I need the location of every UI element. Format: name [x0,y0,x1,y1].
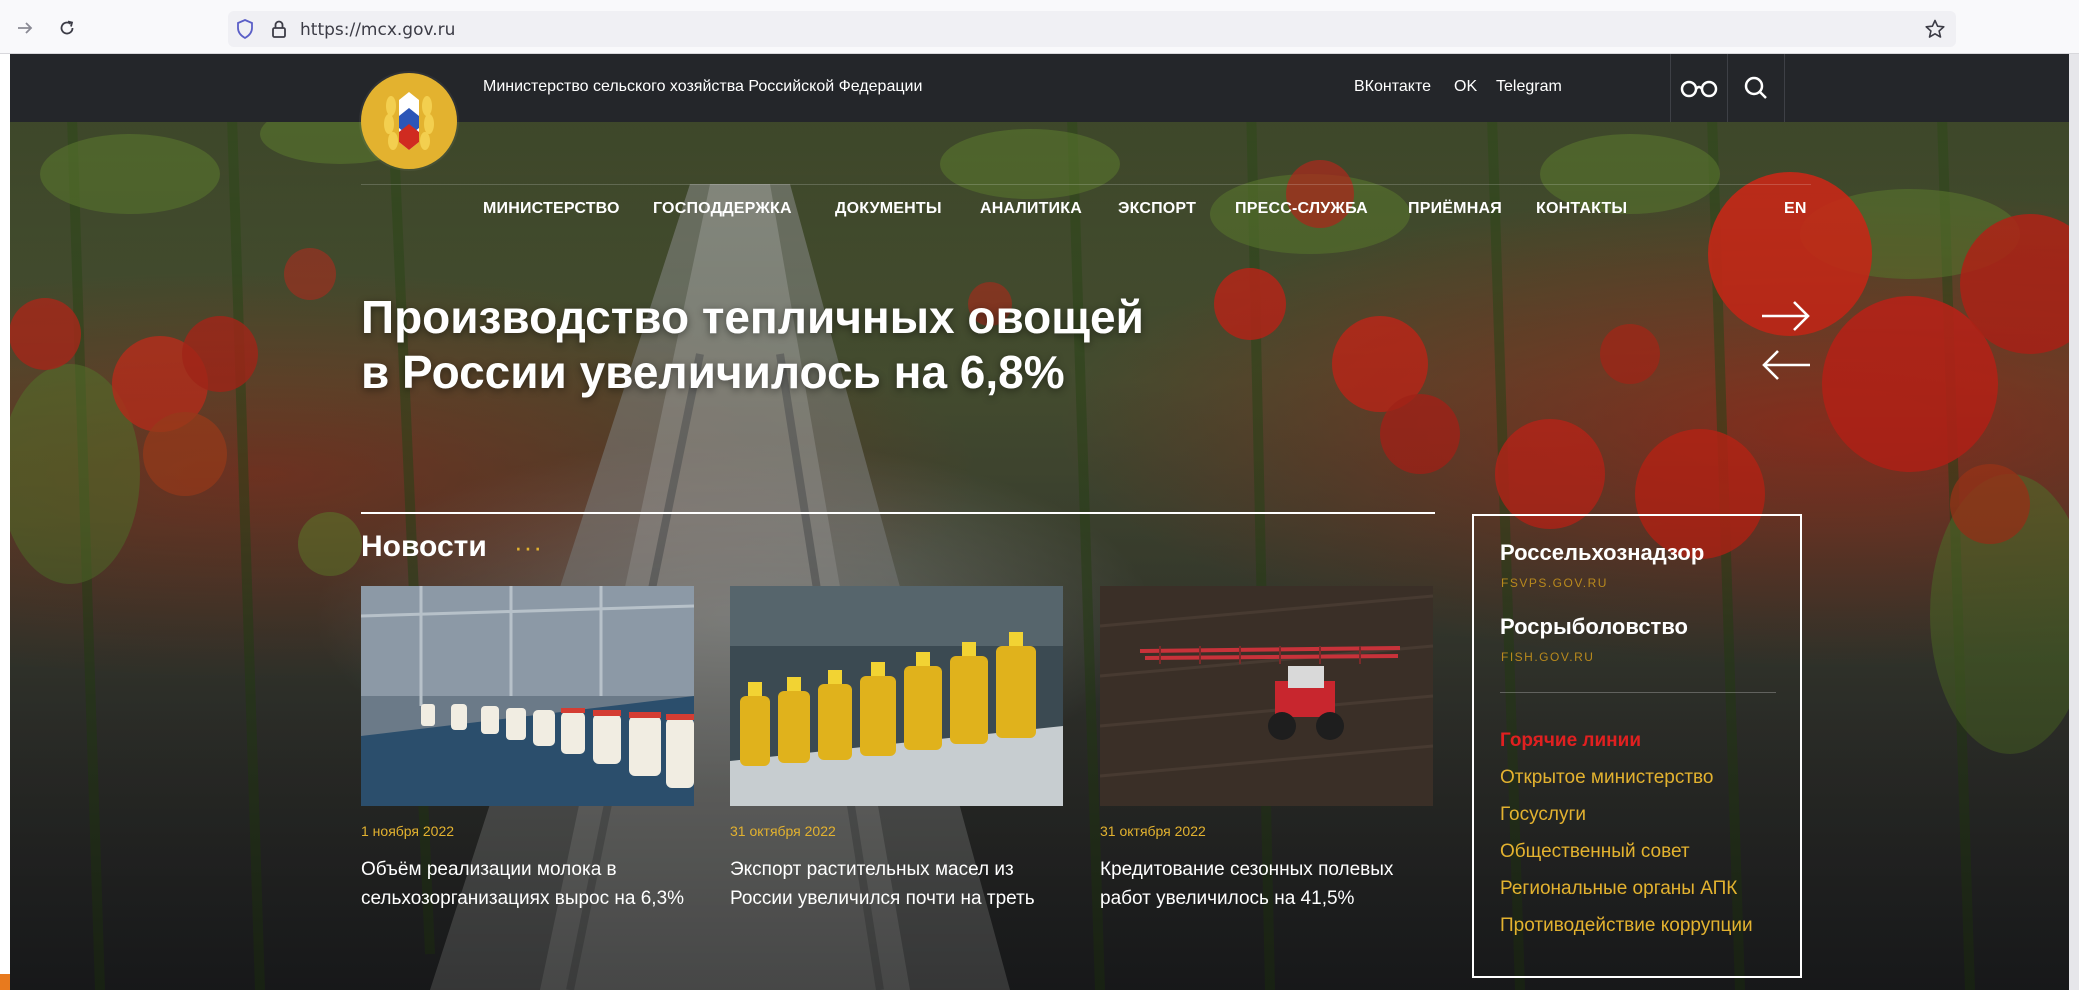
hero-headline[interactable]: Производство тепличных овощей в России у… [361,290,1261,400]
nav-item-documents[interactable]: ДОКУМЕНТЫ [835,200,942,218]
nav-item-support[interactable]: ГОСПОДДЕРЖКА [653,200,792,218]
nav-item-contacts[interactable]: КОНТАКТЫ [1536,200,1627,218]
tracking-shield-icon[interactable] [234,18,256,40]
agency-rosselkhoznadzor[interactable]: Россельхознадзор [1500,540,1704,566]
news-date: 31 октября 2022 [1100,823,1206,839]
news-title[interactable]: Объём реализации молока в сельхозорганиз… [361,855,694,913]
news-thumbnail-oil-bottles[interactable] [730,586,1063,806]
lock-icon[interactable] [268,18,290,40]
link-public-council[interactable]: Общественный совет [1500,841,1690,863]
nav-divider [361,184,1811,185]
agency-url-fish[interactable]: FISH.GOV.RU [1501,650,1594,664]
news-heading[interactable]: Новости [361,530,487,564]
forward-icon[interactable] [10,13,40,43]
browser-toolbar: https://mcx.gov.ru [0,0,2079,54]
slider-prev-arrow-icon[interactable] [1760,345,1812,385]
site-topbar: Министерство сельского хозяйства Российс… [10,54,2079,122]
panel-divider [1500,692,1776,693]
link-anti-corruption[interactable]: Противодействие коррупции [1500,915,1753,937]
address-bar[interactable]: https://mcx.gov.ru [228,11,1956,47]
taskbar-accent [0,974,10,990]
news-thumbnail-tractor-field[interactable] [1100,586,1433,806]
news-date: 31 октября 2022 [730,823,836,839]
social-link-ok[interactable]: OK [1454,78,1477,96]
nav-item-reception[interactable]: ПРИЁМНАЯ [1408,200,1502,218]
nav-item-ministry[interactable]: МИНИСТЕРСТВО [483,200,620,218]
reload-icon[interactable] [52,13,82,43]
social-link-telegram[interactable]: Telegram [1496,78,1562,96]
accessibility-glasses-icon[interactable] [1670,54,1727,122]
hero-headline-line2: в России увеличилось на 6,8% [361,346,1065,398]
link-open-ministry[interactable]: Открытое министерство [1500,767,1713,789]
agency-url-fsvps[interactable]: FSVPS.GOV.RU [1501,576,1608,590]
news-divider [361,512,1435,514]
nav-item-export[interactable]: ЭКСПОРТ [1118,200,1196,218]
social-link-vk[interactable]: ВКонтакте [1354,78,1431,96]
quick-links-panel: Россельхознадзор FSVPS.GOV.RU Росрыболов… [1472,514,1802,978]
nav-item-press[interactable]: ПРЕСС-СЛУЖБА [1235,200,1368,218]
link-regional-apk[interactable]: Региональные органы АПК [1500,878,1737,900]
news-date: 1 ноября 2022 [361,823,455,839]
main-navigation: МИНИСТЕРСТВО ГОСПОДДЕРЖКА ДОКУМЕНТЫ АНАЛ… [10,138,2079,217]
bookmark-star-icon[interactable] [1924,18,1946,40]
slider-next-arrow-icon[interactable] [1760,296,1812,336]
news-card[interactable]: 1 ноября 2022 Объём реализации молока в … [361,586,694,913]
language-switch-en[interactable]: EN [1784,200,1807,218]
nav-item-analytics[interactable]: АНАЛИТИКА [980,200,1082,218]
news-title[interactable]: Кредитование сезонных полевых работ увел… [1100,855,1433,913]
news-thumbnail-milk-plant[interactable] [361,586,694,806]
search-icon[interactable] [1727,54,1785,122]
page-viewport: Министерство сельского хозяйства Российс… [10,54,2079,990]
news-title[interactable]: Экспорт растительных масел из России уве… [730,855,1063,913]
ministry-name[interactable]: Министерство сельского хозяйства Российс… [483,78,922,96]
agency-rosrybolovstvo[interactable]: Росрыболовство [1500,614,1688,640]
url-text[interactable]: https://mcx.gov.ru [300,20,455,40]
news-card[interactable]: 31 октября 2022 Экспорт растительных мас… [730,586,1063,913]
hero-headline-line1: Производство тепличных овощей [361,291,1144,343]
window-edge [2069,54,2079,990]
news-more-dots[interactable]: ··· [514,532,543,563]
news-card[interactable]: 31 октября 2022 Кредитование сезонных по… [1100,586,1433,913]
link-gosuslugi[interactable]: Госуслуги [1500,804,1586,826]
link-hotlines[interactable]: Горячие линии [1500,730,1641,752]
